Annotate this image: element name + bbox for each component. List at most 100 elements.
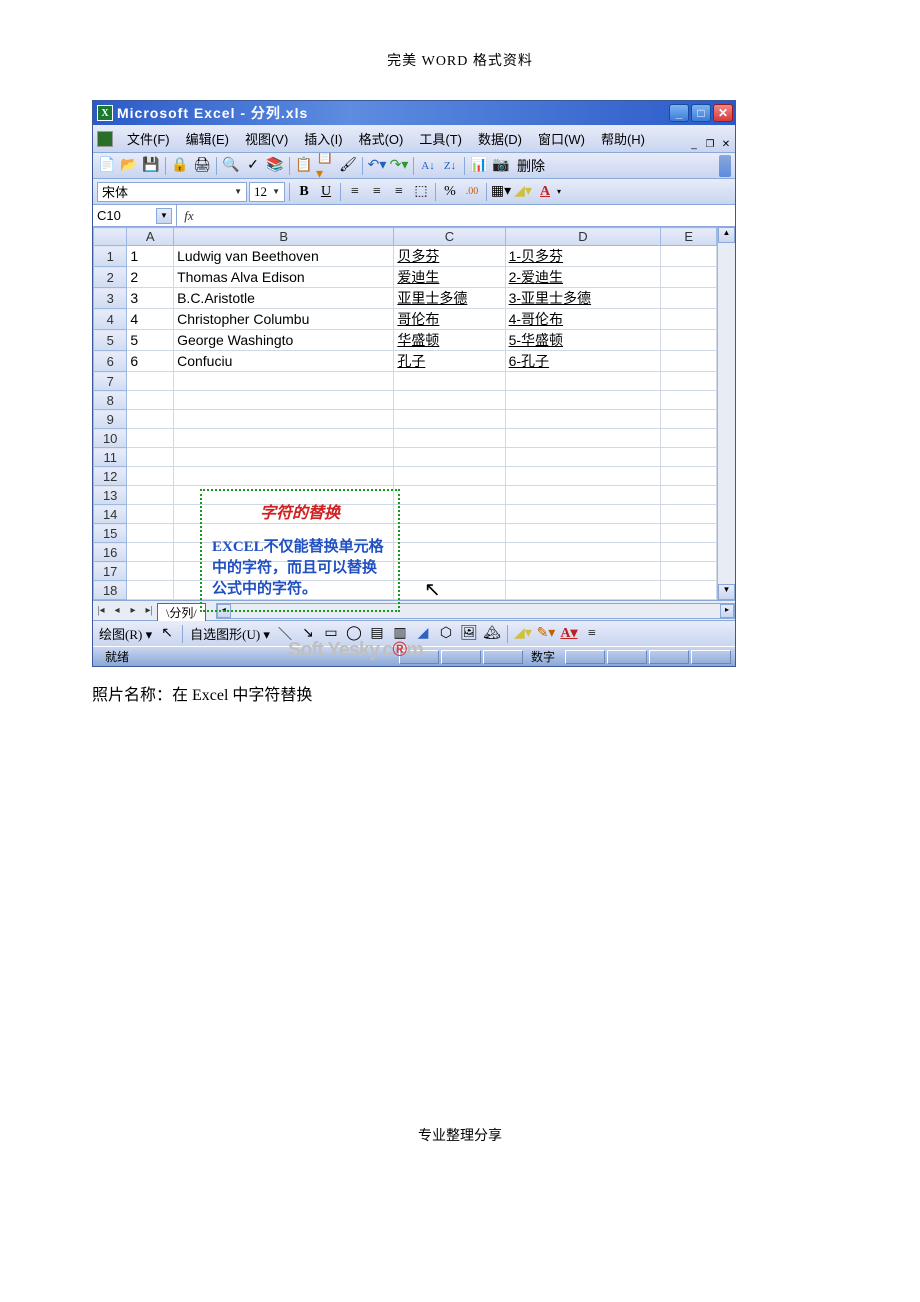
cell[interactable] xyxy=(505,505,661,524)
open-icon[interactable]: 📂 xyxy=(119,156,139,176)
cell[interactable]: 亚里士多德 xyxy=(394,288,505,309)
row-header[interactable]: 9 xyxy=(94,410,127,429)
save-icon[interactable]: 💾 xyxy=(141,156,161,176)
cell[interactable] xyxy=(505,486,661,505)
picture-icon[interactable]: 🏔 xyxy=(482,624,502,644)
doc-restore[interactable]: ❐ xyxy=(703,139,717,150)
cell[interactable] xyxy=(127,562,174,581)
font-name-select[interactable]: 宋体 ▼ xyxy=(97,182,247,202)
line-color-icon[interactable]: ✎▾ xyxy=(536,624,556,644)
research-icon[interactable]: 📚 xyxy=(265,156,285,176)
fx-icon[interactable]: fx xyxy=(177,208,201,224)
cell[interactable] xyxy=(661,288,717,309)
menu-tools[interactable]: 工具(T) xyxy=(411,127,470,150)
chart-icon[interactable]: 📊 xyxy=(469,156,489,176)
cell[interactable] xyxy=(394,543,505,562)
col-header-B[interactable]: B xyxy=(174,228,394,246)
row-header[interactable]: 1 xyxy=(94,246,127,267)
fill-color-icon[interactable]: ◢▾ xyxy=(513,624,533,644)
cell[interactable] xyxy=(394,448,505,467)
sort-asc-icon[interactable]: A↓ xyxy=(418,156,438,176)
spellcheck-icon[interactable]: ✓ xyxy=(243,156,263,176)
cell[interactable] xyxy=(174,372,394,391)
cell[interactable] xyxy=(127,429,174,448)
cell[interactable]: 1-贝多芬 xyxy=(505,246,661,267)
cell[interactable] xyxy=(505,543,661,562)
cell[interactable]: 2 xyxy=(127,267,174,288)
toolbar-options-icon[interactable] xyxy=(719,155,731,177)
cell[interactable] xyxy=(127,486,174,505)
cell[interactable]: Christopher Columbu xyxy=(174,309,394,330)
font-size-select[interactable]: 12 ▼ xyxy=(249,182,285,202)
row-header[interactable]: 14 xyxy=(94,505,127,524)
col-header-C[interactable]: C xyxy=(394,228,505,246)
workbook-icon[interactable] xyxy=(97,131,113,147)
draw-menu[interactable]: 绘图(R) ▾ xyxy=(97,624,154,643)
cell[interactable] xyxy=(127,543,174,562)
cell[interactable] xyxy=(127,410,174,429)
cell[interactable]: Confuciu xyxy=(174,351,394,372)
scroll-up-icon[interactable]: ▲ xyxy=(718,227,735,243)
cell[interactable]: 2-爱迪生 xyxy=(505,267,661,288)
cell[interactable]: 4 xyxy=(127,309,174,330)
permission-icon[interactable]: 🔒 xyxy=(170,156,190,176)
bold-button[interactable]: B xyxy=(294,182,314,202)
cell[interactable] xyxy=(661,267,717,288)
cell[interactable] xyxy=(174,410,394,429)
cell[interactable] xyxy=(174,429,394,448)
cell[interactable] xyxy=(127,372,174,391)
cell[interactable] xyxy=(661,330,717,351)
borders-icon[interactable]: ▦▾ xyxy=(491,182,511,202)
diagram-icon[interactable]: ⬡ xyxy=(436,624,456,644)
cell[interactable] xyxy=(505,429,661,448)
menu-edit[interactable]: 编辑(E) xyxy=(178,127,237,150)
cell[interactable] xyxy=(661,372,717,391)
row-header[interactable]: 11 xyxy=(94,448,127,467)
col-header-E[interactable]: E xyxy=(661,228,717,246)
font-color-icon[interactable]: A xyxy=(535,182,555,202)
clipart-icon[interactable]: 🖼 xyxy=(459,624,479,644)
print-icon[interactable]: 🖨 xyxy=(192,156,212,176)
cell[interactable] xyxy=(505,581,661,600)
copy-icon[interactable]: 📋 xyxy=(294,156,314,176)
cell[interactable] xyxy=(661,309,717,330)
cell[interactable]: 华盛顿 xyxy=(394,330,505,351)
cell[interactable]: 贝多芬 xyxy=(394,246,505,267)
paste-icon[interactable]: 📋▾ xyxy=(316,156,336,176)
cell[interactable]: Ludwig van Beethoven xyxy=(174,246,394,267)
fill-color-icon[interactable]: ◢▾ xyxy=(513,182,533,202)
cell[interactable] xyxy=(661,524,717,543)
line-style-icon[interactable]: ≡ xyxy=(582,624,602,644)
sheet-nav-first[interactable]: |◂ xyxy=(93,605,109,616)
minimize-button[interactable]: _ xyxy=(669,104,689,122)
cell[interactable]: 5 xyxy=(127,330,174,351)
delete-button[interactable]: 删除 xyxy=(513,156,549,176)
scroll-right-icon[interactable]: ▸ xyxy=(720,604,734,618)
cell[interactable]: 6 xyxy=(127,351,174,372)
cell[interactable] xyxy=(394,486,505,505)
increase-decimal-icon[interactable]: .00 xyxy=(462,182,482,202)
vertical-scrollbar[interactable]: ▲ ▼ xyxy=(717,227,735,600)
cell[interactable] xyxy=(394,429,505,448)
cell[interactable] xyxy=(127,391,174,410)
underline-button[interactable]: U xyxy=(316,182,336,202)
align-left-icon[interactable]: ≡ xyxy=(345,182,365,202)
select-all-corner[interactable] xyxy=(94,228,127,246)
cell[interactable]: 爱迪生 xyxy=(394,267,505,288)
cell[interactable] xyxy=(127,581,174,600)
cell[interactable] xyxy=(174,391,394,410)
cell[interactable] xyxy=(661,543,717,562)
sheet-nav-prev[interactable]: ◂ xyxy=(109,605,125,616)
col-header-A[interactable]: A xyxy=(127,228,174,246)
row-header[interactable]: 16 xyxy=(94,543,127,562)
cell[interactable]: 3-亚里士多德 xyxy=(505,288,661,309)
cell[interactable] xyxy=(661,562,717,581)
cell[interactable]: B.C.Aristotle xyxy=(174,288,394,309)
merge-center-icon[interactable]: ⬚ xyxy=(411,182,431,202)
cell[interactable] xyxy=(661,486,717,505)
row-header[interactable]: 15 xyxy=(94,524,127,543)
cell[interactable] xyxy=(394,562,505,581)
row-header[interactable]: 7 xyxy=(94,372,127,391)
cell[interactable]: George Washingto xyxy=(174,330,394,351)
cell[interactable] xyxy=(174,448,394,467)
